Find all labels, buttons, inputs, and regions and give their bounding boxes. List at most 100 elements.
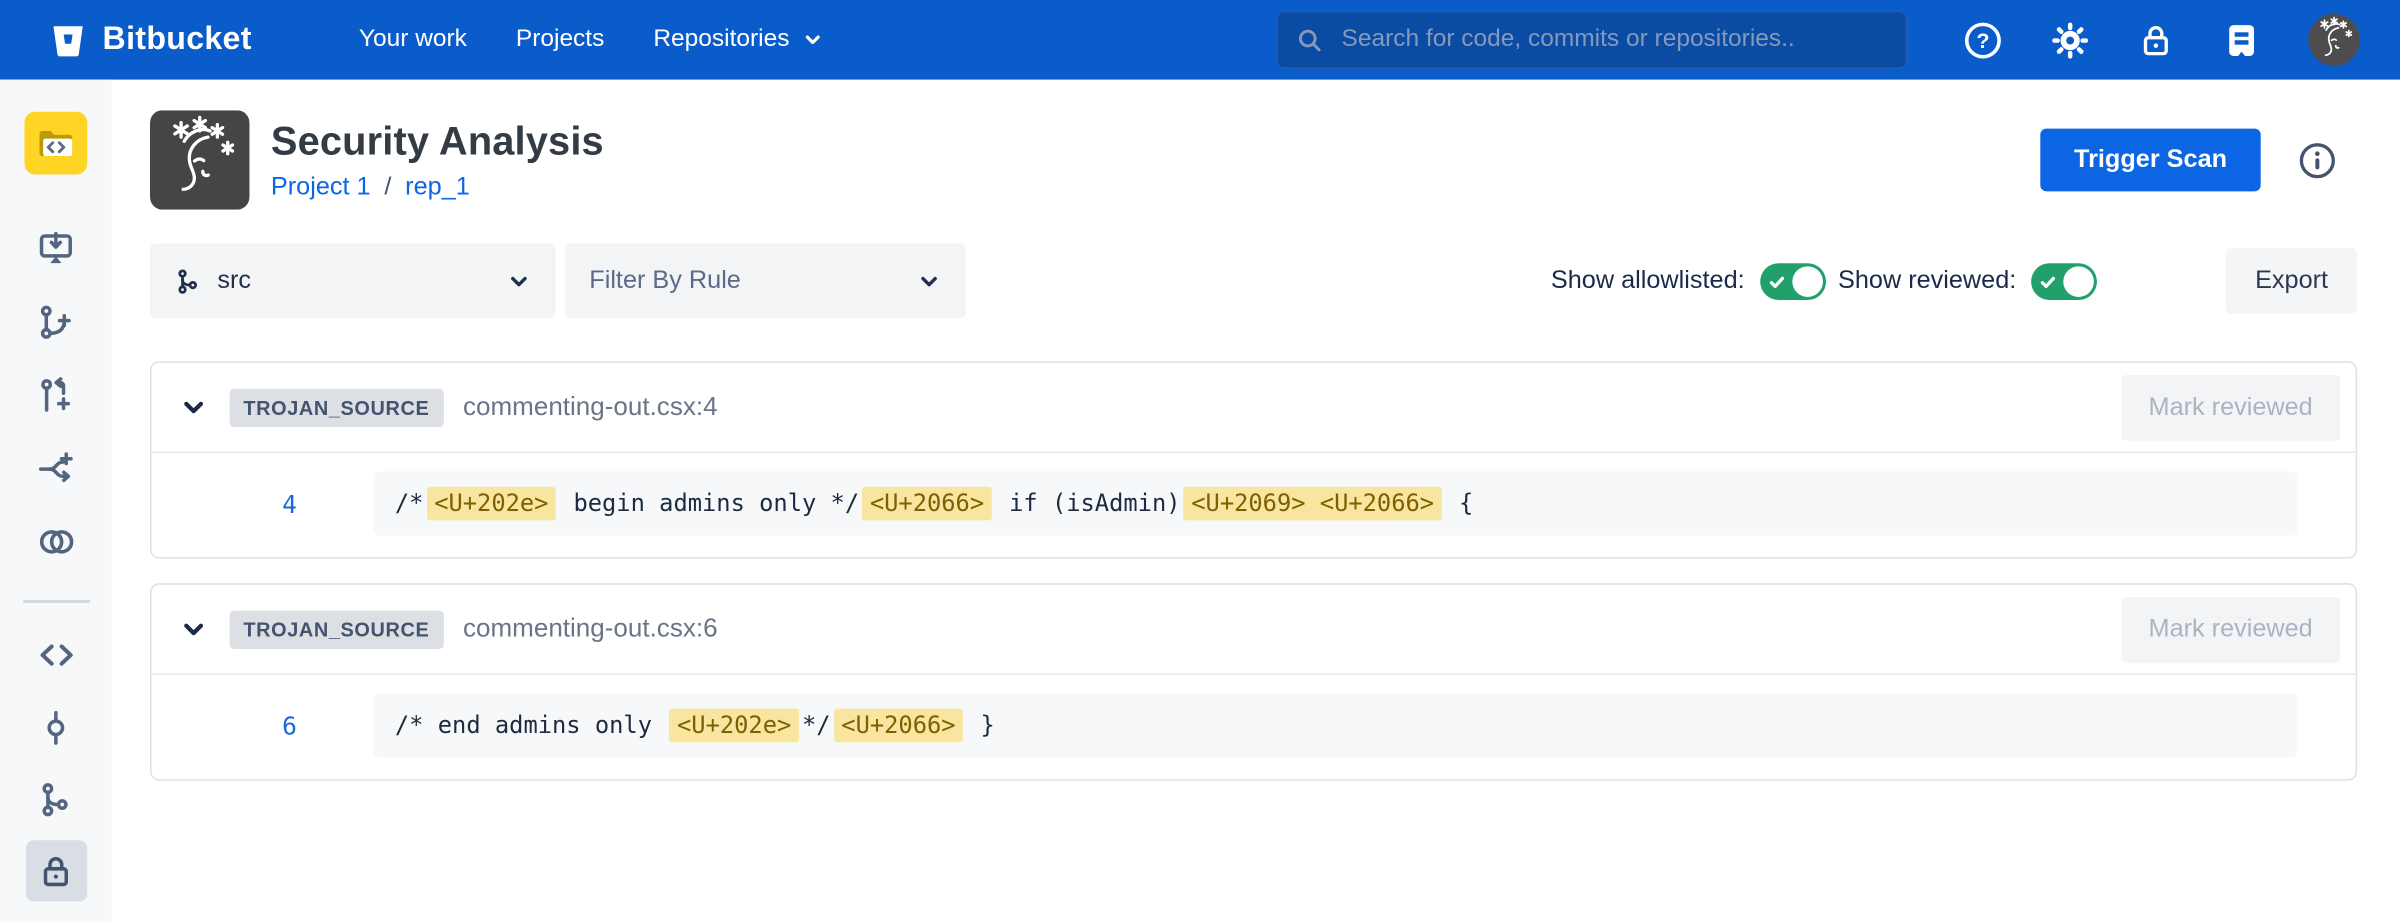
export-button[interactable]: Export xyxy=(2226,248,2357,314)
branch-selector-dropdown[interactable]: src xyxy=(150,243,556,318)
rule-badge: TROJAN_SOURCE xyxy=(230,388,444,426)
branch-selector-value: src xyxy=(217,266,251,295)
check-icon xyxy=(2039,272,2059,292)
branch-icon xyxy=(174,267,202,295)
trigger-scan-button[interactable]: Trigger Scan xyxy=(2040,129,2260,192)
compare-icon xyxy=(36,522,76,562)
search-input[interactable] xyxy=(1338,24,1887,55)
sidebar-source-button[interactable] xyxy=(25,624,86,685)
breadcrumb-repo-link[interactable]: rep_1 xyxy=(405,173,470,202)
changelog-icon[interactable] xyxy=(2221,19,2262,60)
clone-icon xyxy=(37,229,75,267)
top-nav: Bitbucket Your work Projects Repositorie… xyxy=(0,0,2400,80)
create-branch-icon xyxy=(37,302,75,340)
rule-filter-label: Filter By Rule xyxy=(589,266,741,295)
code-token: } xyxy=(966,712,995,740)
help-icon[interactable]: ? xyxy=(1962,19,2003,60)
code-line: /*<U+202e> begin admins only */<U+2066> … xyxy=(373,471,2297,535)
code-token: begin admins only */ xyxy=(559,490,859,518)
sidebar-group-actions xyxy=(25,217,86,572)
nav-actions: ? xyxy=(1962,14,2360,66)
check-icon xyxy=(1768,272,1788,292)
sidebar-commits-button[interactable] xyxy=(25,696,86,757)
filter-toolbar: src Filter By Rule Show allowlisted: xyxy=(150,243,2357,318)
breadcrumb-project-link[interactable]: Project 1 xyxy=(271,173,371,202)
toggle-knob xyxy=(1792,266,1823,297)
show-reviewed-label: Show reviewed: xyxy=(1838,266,2016,295)
sidebar-divider xyxy=(22,600,89,603)
show-reviewed-toggle[interactable] xyxy=(2032,262,2098,299)
page-header: Security Analysis Project 1 / rep_1 Trig… xyxy=(150,110,2357,209)
sidebar-fork-button[interactable] xyxy=(25,438,86,499)
finding-card: TROJAN_SOURCE commenting-out.csx:6 Mark … xyxy=(150,583,2357,780)
branches-icon xyxy=(37,780,75,818)
show-allowlisted-toggle[interactable] xyxy=(1760,262,1826,299)
nav-repositories-label: Repositories xyxy=(653,26,789,54)
line-number: 4 xyxy=(152,489,374,518)
toggle-cluster: Show allowlisted: Show reviewed: Export xyxy=(1551,248,2357,314)
finding-card-body: 4 /*<U+202e> begin admins only */<U+2066… xyxy=(152,452,2356,558)
source-code-icon xyxy=(36,635,76,675)
chevron-down-icon xyxy=(507,269,531,293)
finding-card-header: TROJAN_SOURCE commenting-out.csx:4 Mark … xyxy=(152,363,2356,452)
breadcrumb: Project 1 / rep_1 xyxy=(271,173,604,202)
unicode-codepoint-token: <U+2069> <U+2066> xyxy=(1184,487,1442,521)
svg-text:?: ? xyxy=(1976,28,1989,52)
info-icon[interactable] xyxy=(2297,140,2337,180)
main-content: Security Analysis Project 1 / rep_1 Trig… xyxy=(112,80,2400,922)
sidebar-create-pull-request-button[interactable] xyxy=(25,364,86,425)
code-token: */ xyxy=(802,712,831,740)
sidebar-group-navigation xyxy=(25,624,86,901)
repo-folder-icon xyxy=(35,122,76,163)
fork-icon xyxy=(37,449,75,487)
nav-repositories[interactable]: Repositories xyxy=(653,26,823,54)
show-allowlisted-label: Show allowlisted: xyxy=(1551,266,1745,295)
toggle-knob xyxy=(2064,266,2095,297)
code-token: if (isAdmin) xyxy=(995,490,1181,518)
code-line: /* end admins only <U+202e>*/<U+2066> } xyxy=(373,693,2297,757)
bitbucket-logo[interactable]: Bitbucket xyxy=(49,21,252,59)
rule-badge: TROJAN_SOURCE xyxy=(230,610,444,648)
repository-avatar-image xyxy=(150,110,249,209)
sidebar-create-branch-button[interactable] xyxy=(25,291,86,352)
nav-your-work[interactable]: Your work xyxy=(359,26,467,54)
left-sidebar xyxy=(0,80,112,922)
nav-projects[interactable]: Projects xyxy=(516,26,604,54)
bitbucket-logo-icon xyxy=(49,21,87,59)
finding-card-body: 6 /* end admins only <U+202e>*/<U+2066> … xyxy=(152,673,2356,779)
unicode-codepoint-token: <U+2066> xyxy=(862,487,992,521)
page-title: Security Analysis xyxy=(271,118,604,165)
chevron-down-icon xyxy=(802,29,823,50)
nav-your-work-label: Your work xyxy=(359,26,467,54)
bitbucket-app: Bitbucket Your work Projects Repositorie… xyxy=(0,0,2400,921)
breadcrumb-separator: / xyxy=(384,173,391,202)
search-box[interactable] xyxy=(1277,11,1908,69)
unicode-codepoint-token: <U+2066> xyxy=(834,709,964,743)
header-actions: Trigger Scan xyxy=(2040,129,2357,192)
security-lock-icon xyxy=(37,852,75,890)
mark-reviewed-button[interactable]: Mark reviewed xyxy=(2121,596,2340,662)
code-token: /* xyxy=(395,490,424,518)
sidebar-branches-button[interactable] xyxy=(25,768,86,829)
user-avatar[interactable] xyxy=(2308,14,2360,66)
mark-reviewed-button[interactable]: Mark reviewed xyxy=(2121,374,2340,440)
finding-card: TROJAN_SOURCE commenting-out.csx:4 Mark … xyxy=(150,361,2357,558)
primary-nav: Your work Projects Repositories xyxy=(359,26,823,54)
finding-card-header: TROJAN_SOURCE commenting-out.csx:6 Mark … xyxy=(152,585,2356,674)
settings-gear-icon[interactable] xyxy=(2049,19,2090,60)
collapse-chevron-icon[interactable] xyxy=(174,611,211,648)
chevron-down-icon xyxy=(917,269,941,293)
brand-name: Bitbucket xyxy=(103,21,252,58)
commits-icon xyxy=(37,708,75,746)
sidebar-compare-button[interactable] xyxy=(25,511,86,572)
sidebar-repository-avatar[interactable] xyxy=(24,112,87,175)
lock-icon[interactable] xyxy=(2137,21,2175,59)
collapse-chevron-icon[interactable] xyxy=(174,389,211,426)
sidebar-clone-button[interactable] xyxy=(25,217,86,278)
sidebar-security-button[interactable] xyxy=(25,840,86,901)
page-shell: Security Analysis Project 1 / rep_1 Trig… xyxy=(0,80,2400,922)
nav-projects-label: Projects xyxy=(516,26,604,54)
rule-filter-dropdown[interactable]: Filter By Rule xyxy=(565,243,966,318)
code-token: /* end admins only xyxy=(395,712,666,740)
search-icon xyxy=(1296,25,1323,54)
